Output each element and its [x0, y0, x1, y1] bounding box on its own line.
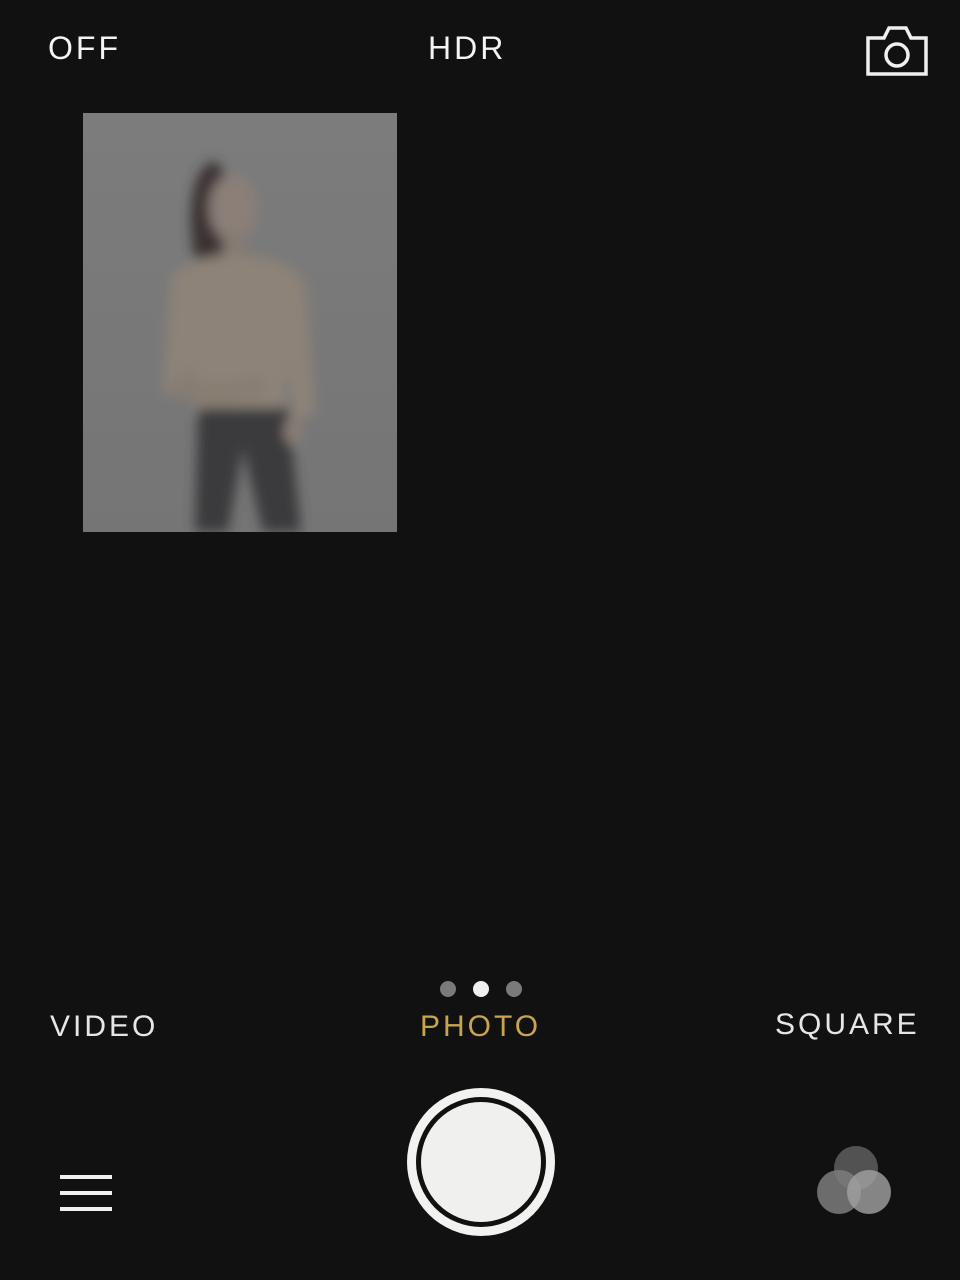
flash-toggle[interactable]: OFF	[48, 30, 121, 67]
camera-switch-icon[interactable]	[862, 22, 932, 80]
shutter-button[interactable]	[407, 1088, 555, 1236]
page-dot-active	[473, 981, 489, 997]
camera-preview[interactable]	[83, 113, 397, 532]
mode-square[interactable]: SQUARE	[775, 1008, 920, 1042]
shutter-inner	[416, 1097, 546, 1227]
page-dot	[440, 981, 456, 997]
mode-photo[interactable]: PHOTO	[420, 1010, 541, 1044]
preview-image	[83, 113, 397, 532]
page-dot	[506, 981, 522, 997]
filters-icon[interactable]	[814, 1142, 894, 1218]
mode-video[interactable]: VIDEO	[50, 1010, 158, 1044]
hdr-toggle[interactable]: HDR	[428, 30, 506, 67]
mode-page-indicator	[440, 981, 524, 997]
menu-icon[interactable]	[60, 1175, 112, 1211]
top-bar: OFF HDR	[0, 0, 960, 100]
